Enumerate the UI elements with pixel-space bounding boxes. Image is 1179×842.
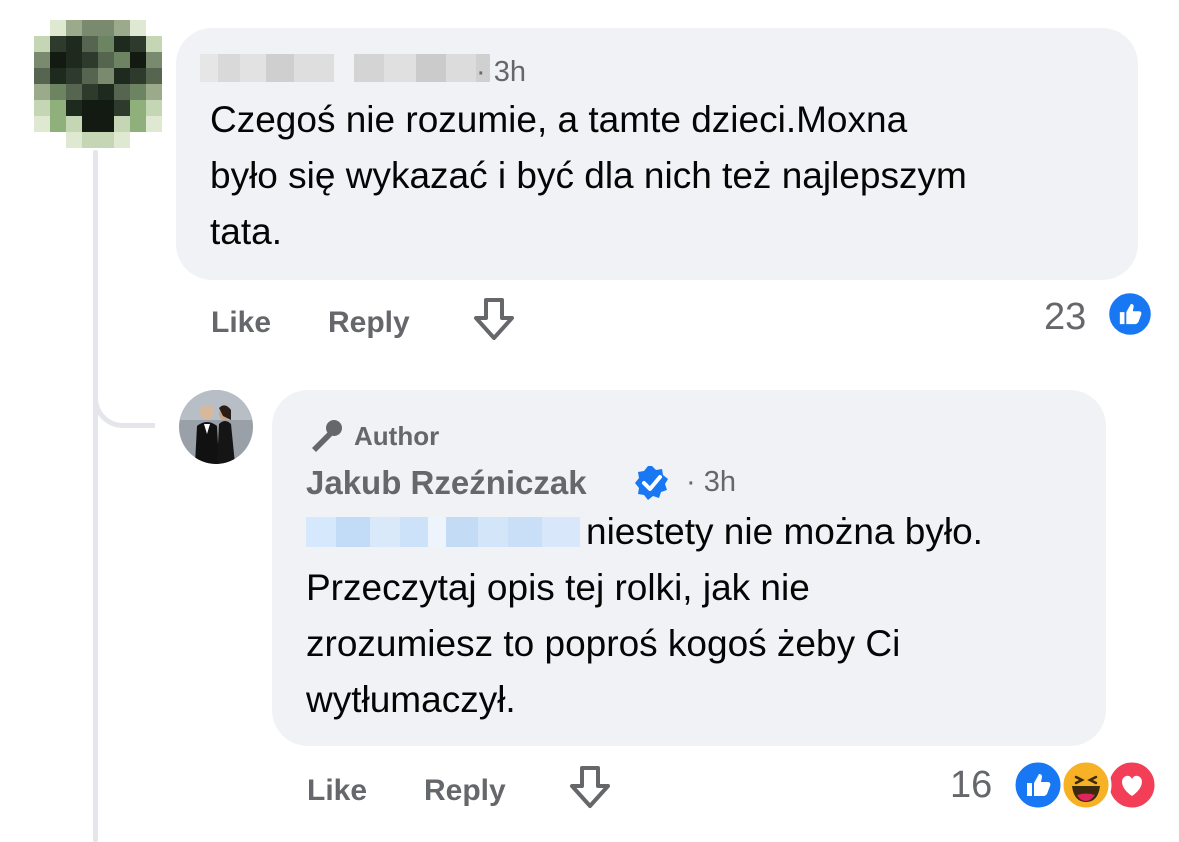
reaction-icons[interactable] bbox=[1010, 758, 1160, 812]
avatar[interactable] bbox=[179, 390, 253, 464]
comment-text: Czegoś nie rozumie, a tamte dzieci.Moxna… bbox=[210, 92, 967, 260]
reply-button[interactable]: Reply bbox=[424, 774, 506, 808]
mention-redacted[interactable] bbox=[306, 517, 580, 547]
like-button[interactable]: Like bbox=[211, 306, 271, 340]
downvote-arrow-icon[interactable] bbox=[566, 764, 614, 812]
author-badge: Author bbox=[306, 418, 439, 454]
comment-line: niestety nie można było. bbox=[586, 511, 983, 552]
verified-badge-icon bbox=[635, 466, 668, 500]
thread-line bbox=[93, 150, 98, 842]
microphone-icon bbox=[312, 420, 342, 452]
comment-line: było się wykazać i być dla nich też najl… bbox=[210, 155, 967, 196]
comment-timestamp[interactable]: · 3h bbox=[686, 466, 736, 499]
comment-text: niestety nie można było. Przeczytaj opis… bbox=[306, 504, 983, 728]
reaction-count[interactable]: 23 bbox=[1044, 296, 1086, 339]
comment-line: Czegoś nie rozumie, a tamte dzieci.Moxna bbox=[210, 99, 908, 140]
like-icon bbox=[1012, 759, 1064, 811]
comment-bubble: · 3h Czegoś nie rozumie, a tamte dzieci.… bbox=[176, 28, 1138, 280]
like-icon[interactable] bbox=[1106, 290, 1154, 338]
comment-line: tata. bbox=[210, 211, 282, 252]
comment-line: wytłumaczył. bbox=[306, 679, 516, 720]
author-badge-label: Author bbox=[354, 420, 440, 451]
haha-icon bbox=[1060, 759, 1112, 811]
avatar[interactable] bbox=[34, 20, 162, 148]
thread-reply-connector bbox=[93, 370, 155, 428]
reply-bubble: Author Jakub Rzeźniczak · 3h niestety ni… bbox=[272, 390, 1106, 746]
love-icon bbox=[1106, 759, 1158, 811]
comment-line: zrozumiesz to poproś kogoś żeby Ci bbox=[306, 623, 901, 664]
reaction-count[interactable]: 16 bbox=[950, 764, 992, 807]
like-button[interactable]: Like bbox=[307, 774, 367, 808]
comment-timestamp[interactable]: · 3h bbox=[476, 56, 526, 89]
comment-first-line: niestety nie można było. bbox=[306, 504, 983, 560]
comment-line: Przeczytaj opis tej rolki, jak nie bbox=[306, 567, 810, 608]
reply-button[interactable]: Reply bbox=[328, 306, 410, 340]
commenter-name-redacted[interactable] bbox=[200, 54, 490, 82]
downvote-arrow-icon[interactable] bbox=[470, 296, 518, 344]
author-name[interactable]: Jakub Rzeźniczak bbox=[306, 464, 587, 502]
